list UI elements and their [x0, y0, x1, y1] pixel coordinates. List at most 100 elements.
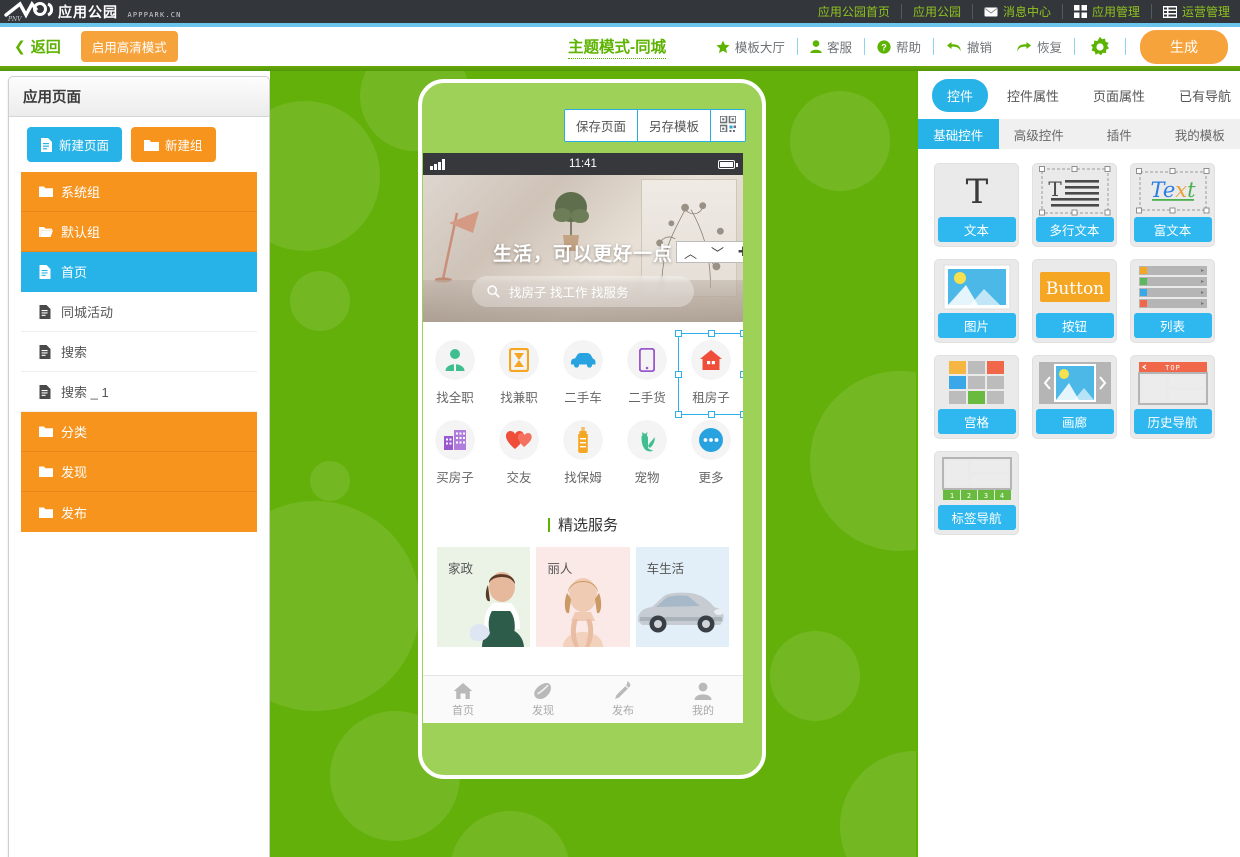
undo-button[interactable]: 撤销 — [934, 37, 1004, 56]
widget-multiline-text[interactable]: T 多行文本 — [1032, 163, 1117, 247]
featured-card-beauty[interactable]: 丽人 — [536, 547, 630, 647]
new-group-button[interactable]: 新建组 — [131, 127, 216, 162]
generate-button[interactable]: 生成 — [1140, 29, 1228, 64]
featured-card-label: 丽人 — [547, 562, 573, 576]
featured-card-car-life[interactable]: 车生活 — [635, 547, 729, 647]
list-item-category[interactable]: 分类 — [21, 412, 257, 452]
new-page-button[interactable]: 新建页面 — [27, 127, 123, 162]
grid-cell-pets[interactable]: 宠物 — [615, 414, 679, 494]
grid-cell-fulltime[interactable]: 找全职 — [423, 334, 487, 414]
grid-cell-label: 租房子 — [692, 391, 730, 405]
move-up-icon[interactable]: ︿ — [677, 243, 704, 262]
tab-page-properties[interactable]: 页面属性 — [1078, 79, 1160, 112]
list-item-search[interactable]: 搜索 — [21, 332, 257, 372]
grid-cell-usedcar[interactable]: 二手车 — [551, 334, 615, 414]
grid-cell-more[interactable]: 更多 — [679, 414, 743, 494]
topnav-item-home[interactable]: 应用公园首页 — [807, 4, 902, 19]
widget-tab-nav[interactable]: 1 2 3 4 标签导航 — [934, 451, 1019, 535]
widget-gallery[interactable]: 画廊 — [1032, 355, 1117, 439]
tab-widgets[interactable]: 控件 — [932, 78, 989, 112]
bg-bubble — [810, 371, 916, 551]
list-item-home-page[interactable]: 首页 — [21, 252, 257, 292]
tab-basic-widgets[interactable]: 基础控件 — [918, 119, 999, 149]
resize-handle-tr[interactable] — [740, 330, 743, 337]
widget-grid[interactable]: 宫格 — [934, 355, 1019, 439]
customer-service-button[interactable]: 客服 — [798, 37, 864, 56]
grid-cell-buy-house[interactable]: 买房子 — [423, 414, 487, 494]
logo-title: 应用公园 — [58, 3, 118, 20]
template-hall-button[interactable]: 模板大厅 — [704, 37, 797, 56]
widget-label: 文本 — [937, 217, 1016, 242]
widget-image[interactable]: 图片 — [934, 259, 1019, 343]
resize-handle-bl[interactable] — [675, 411, 682, 418]
widget-rich-text[interactable]: Text 富文本 — [1130, 163, 1215, 247]
resize-handle-tc[interactable] — [708, 330, 715, 337]
star-icon — [716, 40, 730, 54]
move-down-icon[interactable]: ﹀ — [704, 243, 731, 262]
grid-cell-label: 二手车 — [564, 391, 602, 405]
app-logo[interactable]: PNV 应用公园 APPPARK.CN — [0, 1, 182, 22]
topnav-item-ops-manage[interactable]: 运营管理 — [1152, 4, 1236, 19]
tab-widget-properties[interactable]: 控件属性 — [992, 79, 1074, 112]
grid-cell-nanny[interactable]: 找保姆 — [551, 414, 615, 494]
resize-handle-br[interactable] — [740, 411, 743, 418]
settings-button[interactable] — [1075, 36, 1125, 58]
back-button[interactable]: ❮ 返回 — [14, 36, 61, 57]
widget-list[interactable]: 列表 — [1130, 259, 1215, 343]
grid-cell-parttime[interactable]: 找兼职 — [487, 334, 551, 414]
widget-text[interactable]: T 文本 — [934, 163, 1019, 247]
canvas-area[interactable]: 保存页面 另存模板 11:41 生活，可以更好一点 找房子 找工作 找服务 找全… — [270, 71, 916, 857]
qr-code-button[interactable] — [711, 110, 745, 141]
grid-cell-dating[interactable]: 交友 — [487, 414, 551, 494]
help-button[interactable]: ? 帮助 — [865, 37, 933, 56]
icon-grid-widget[interactable]: 找全职 找兼职 二手车 二手货 租房子 买房子 交友 找保姆 宠物 更多 ︿ ﹀ — [423, 241, 743, 500]
tab-profile[interactable]: 我的 — [663, 676, 743, 723]
resize-handle-mr[interactable] — [740, 371, 743, 378]
grid-row: 买房子 交友 找保姆 宠物 更多 — [423, 414, 743, 494]
tab-existing-nav[interactable]: 已有导航 — [1164, 79, 1240, 112]
left-panel-wrap: 应用页面 新建页面 新建组 系统组 默认组 首页 同城活动 搜索 搜索 _ 1 … — [0, 71, 270, 857]
page-title[interactable]: 主题模式-同城 — [568, 35, 667, 59]
enable-hd-mode-button[interactable]: 启用高清模式 — [80, 31, 178, 62]
svg-text:TOP: TOP — [1165, 364, 1181, 372]
page-plus-icon — [40, 137, 53, 152]
svg-text:PNV: PNV — [7, 16, 22, 22]
tab-discover[interactable]: 发现 — [503, 676, 583, 723]
topnav-item-app-manage[interactable]: 应用管理 — [1063, 4, 1152, 19]
save-page-button[interactable]: 保存页面 — [564, 110, 638, 141]
resize-handle-ml[interactable] — [675, 371, 682, 378]
tab-advanced-widgets[interactable]: 高级控件 — [999, 119, 1080, 149]
search-placeholder: 找房子 找工作 找服务 — [509, 286, 629, 300]
list-item-label: 发现 — [61, 465, 88, 480]
tab-label: 发现 — [532, 704, 554, 717]
list-item-publish[interactable]: 发布 — [21, 492, 257, 532]
grid-cell-rent-house[interactable]: 租房子 — [675, 330, 743, 418]
tab-my-templates[interactable]: 我的模板 — [1160, 119, 1240, 149]
redo-button[interactable]: 恢复 — [1004, 37, 1074, 56]
resize-handle-bc[interactable] — [708, 411, 715, 418]
widget-button[interactable]: Button 按钮 — [1032, 259, 1117, 343]
topnav-item-messages[interactable]: 消息中心 — [973, 4, 1063, 19]
list-item-search-1[interactable]: 搜索 _ 1 — [21, 372, 257, 412]
tab-home[interactable]: 首页 — [423, 676, 503, 723]
grid-cell-usedgoods[interactable]: 二手货 — [615, 334, 679, 414]
search-input[interactable]: 找房子 找工作 找服务 — [472, 276, 694, 307]
list-item-system-group[interactable]: 系统组 — [21, 172, 257, 212]
featured-card-housekeeping[interactable]: 家政 — [437, 547, 531, 647]
tab-plugins[interactable]: 插件 — [1079, 119, 1160, 149]
widget-history-nav[interactable]: TOP 历史导航 — [1130, 355, 1215, 439]
list-item-discover[interactable]: 发现 — [21, 452, 257, 492]
list-item-city-activity[interactable]: 同城活动 — [21, 292, 257, 332]
bg-bubble — [770, 631, 860, 721]
resize-handle-tl[interactable] — [675, 330, 682, 337]
toolbar-item-label: 客服 — [826, 41, 852, 55]
svg-text:2: 2 — [966, 492, 970, 500]
tab-publish[interactable]: 发布 — [583, 676, 663, 723]
list-item-default-group[interactable]: 默认组 — [21, 212, 257, 252]
lamp-decoration-icon — [435, 211, 479, 283]
divider — [1125, 38, 1126, 55]
save-template-button[interactable]: 另存模板 — [637, 110, 711, 141]
topnav-item-appark[interactable]: 应用公园 — [902, 4, 973, 19]
add-icon[interactable]: ✚ — [731, 244, 743, 260]
list-item-label: 首页 — [61, 265, 88, 280]
